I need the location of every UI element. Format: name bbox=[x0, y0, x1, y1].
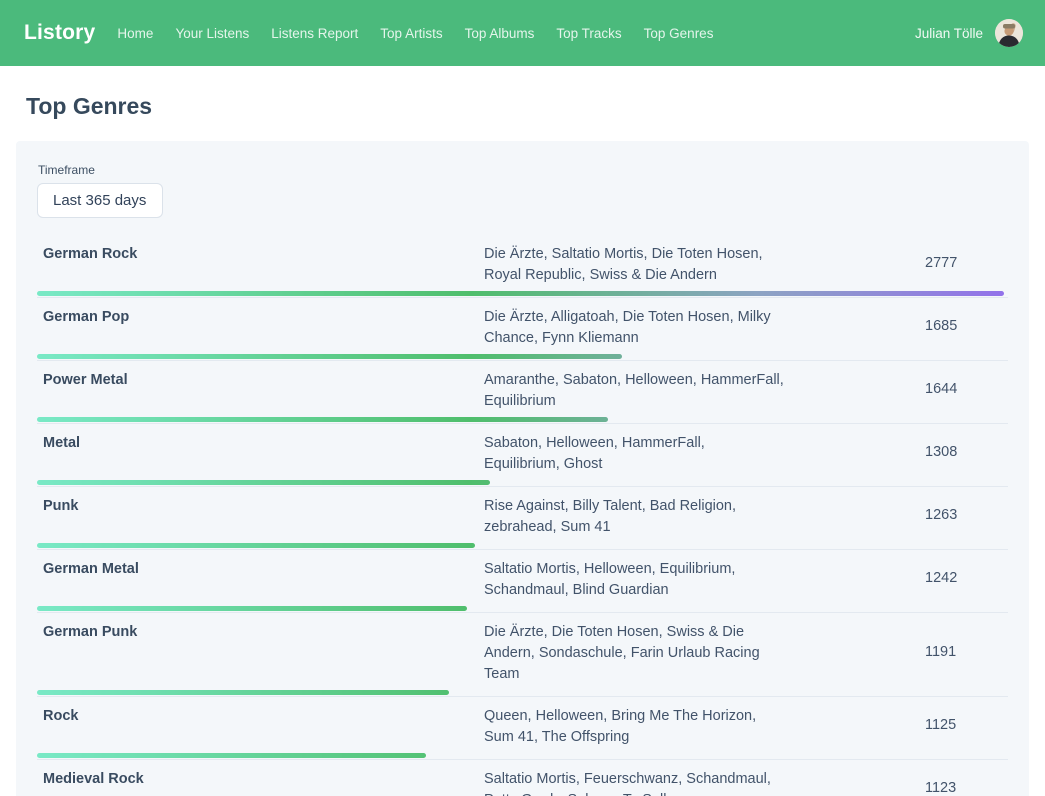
main-nav: Home Your Listens Listens Report Top Artist… bbox=[117, 26, 713, 41]
genre-name: German Punk bbox=[37, 619, 484, 685]
genre-row: Power MetalAmaranthe, Sabaton, Helloween… bbox=[37, 361, 1008, 424]
genre-table: German RockDie Ärzte, Saltatio Mortis, D… bbox=[37, 235, 1008, 796]
timeframe-select[interactable]: Last 365 days bbox=[37, 183, 163, 218]
genre-row: PunkRise Against, Billy Talent, Bad Reli… bbox=[37, 487, 1008, 550]
genre-listen-count: 1125 bbox=[925, 715, 1008, 736]
genre-top-artists: Queen, Helloween, Bring Me The Horizon, … bbox=[484, 703, 784, 748]
app-header: Listory Home Your Listens Listens Report To… bbox=[0, 0, 1045, 66]
genre-listen-count: 1242 bbox=[925, 568, 1008, 589]
genre-top-artists: Rise Against, Billy Talent, Bad Religion… bbox=[484, 493, 784, 538]
user-avatar-photo bbox=[995, 19, 1023, 47]
genre-top-artists: Saltatio Mortis, Feuerschwanz, Schandmau… bbox=[484, 766, 784, 796]
genre-name: Punk bbox=[37, 493, 484, 538]
genre-listen-count: 1263 bbox=[925, 505, 1008, 526]
app-logo[interactable]: Listory bbox=[24, 21, 95, 45]
genre-row: German PunkDie Ärzte, Die Toten Hosen, S… bbox=[37, 613, 1008, 697]
genre-name: German Rock bbox=[37, 241, 484, 286]
genre-name: Power Metal bbox=[37, 367, 484, 412]
genre-listen-bar bbox=[37, 690, 449, 695]
user-name[interactable]: Julian Tölle bbox=[915, 26, 983, 41]
genre-name: German Metal bbox=[37, 556, 484, 601]
genre-name: German Pop bbox=[37, 304, 484, 349]
genre-listen-bar bbox=[37, 417, 608, 422]
genre-listen-bar bbox=[37, 543, 475, 548]
genre-listen-count: 2777 bbox=[925, 253, 1008, 274]
genre-top-artists: Die Ärzte, Saltatio Mortis, Die Toten Ho… bbox=[484, 241, 784, 286]
genre-listen-count: 1191 bbox=[925, 642, 1008, 663]
genre-top-artists: Sabaton, Helloween, HammerFall, Equilibr… bbox=[484, 430, 784, 475]
genre-listen-bar bbox=[37, 753, 426, 758]
nav-item-top-genres[interactable]: Top Genres bbox=[644, 26, 714, 41]
genre-listen-bar bbox=[37, 480, 490, 485]
genre-row: Medieval RockSaltatio Mortis, Feuerschwa… bbox=[37, 760, 1008, 796]
page-title: Top Genres bbox=[26, 93, 1045, 120]
nav-item-listens-report[interactable]: Listens Report bbox=[271, 26, 358, 41]
genre-listen-count: 1308 bbox=[925, 442, 1008, 463]
genre-listen-count: 1644 bbox=[925, 379, 1008, 400]
nav-item-your-listens[interactable]: Your Listens bbox=[175, 26, 249, 41]
genre-listen-bar bbox=[37, 354, 622, 359]
genre-top-artists: Die Ärzte, Alligatoah, Die Toten Hosen, … bbox=[484, 304, 784, 349]
genre-top-artists: Saltatio Mortis, Helloween, Equilibrium,… bbox=[484, 556, 784, 601]
header-right: Julian Tölle bbox=[915, 19, 1023, 47]
top-genres-card: Timeframe Last 365 days German RockDie Ä… bbox=[16, 141, 1029, 796]
genre-row: RockQueen, Helloween, Bring Me The Horiz… bbox=[37, 697, 1008, 760]
genre-listen-bar bbox=[37, 291, 1004, 296]
nav-item-top-artists[interactable]: Top Artists bbox=[380, 26, 442, 41]
genre-row: German PopDie Ärzte, Alligatoah, Die Tot… bbox=[37, 298, 1008, 361]
timeframe-label: Timeframe bbox=[38, 163, 1008, 177]
nav-item-home[interactable]: Home bbox=[117, 26, 153, 41]
genre-top-artists: Die Ärzte, Die Toten Hosen, Swiss & Die … bbox=[484, 619, 784, 685]
genre-name: Medieval Rock bbox=[37, 766, 484, 796]
genre-row: MetalSabaton, Helloween, HammerFall, Equ… bbox=[37, 424, 1008, 487]
genre-row: German RockDie Ärzte, Saltatio Mortis, D… bbox=[37, 235, 1008, 298]
genre-name: Rock bbox=[37, 703, 484, 748]
genre-row: German MetalSaltatio Mortis, Helloween, … bbox=[37, 550, 1008, 613]
genre-listen-bar bbox=[37, 606, 467, 611]
user-avatar[interactable] bbox=[995, 19, 1023, 47]
genre-listen-count: 1685 bbox=[925, 316, 1008, 337]
genre-listen-count: 1123 bbox=[925, 778, 1008, 796]
nav-item-top-albums[interactable]: Top Albums bbox=[465, 26, 535, 41]
genre-name: Metal bbox=[37, 430, 484, 475]
genre-top-artists: Amaranthe, Sabaton, Helloween, HammerFal… bbox=[484, 367, 784, 412]
nav-item-top-tracks[interactable]: Top Tracks bbox=[556, 26, 621, 41]
